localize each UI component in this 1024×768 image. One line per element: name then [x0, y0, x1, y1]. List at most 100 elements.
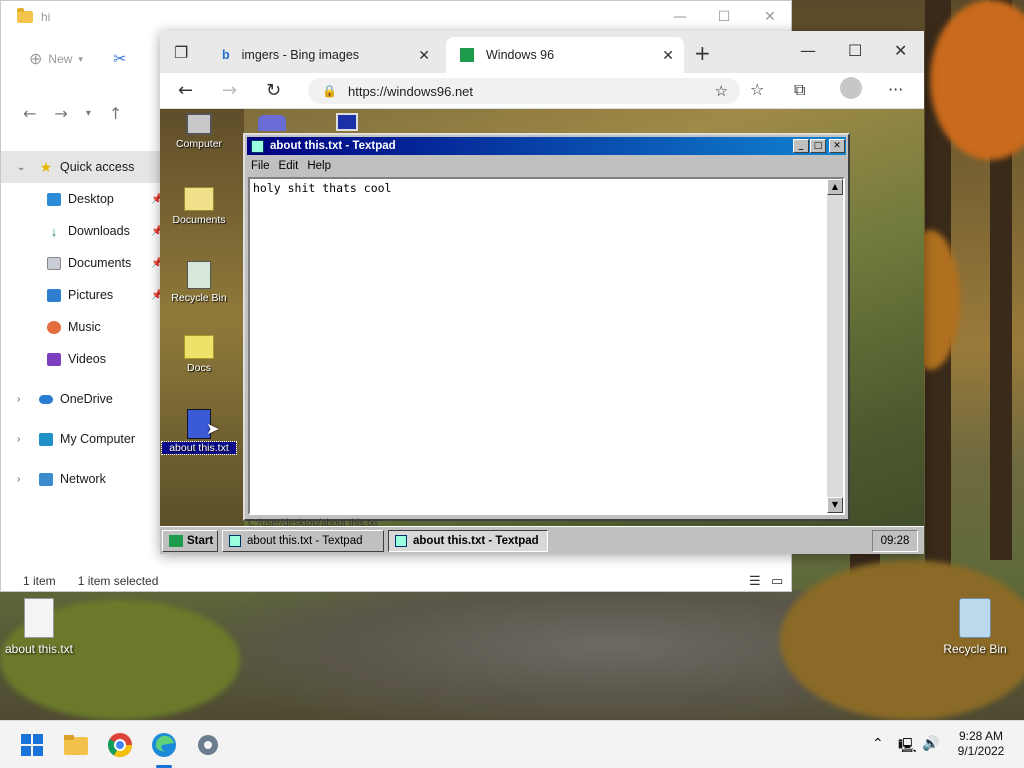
- explorer-title: hi: [41, 10, 51, 24]
- maximize-icon[interactable]: ☐: [848, 41, 862, 60]
- nav-label: OneDrive: [60, 392, 113, 406]
- tab-windows-96[interactable]: Windows 96 ✕: [446, 37, 684, 73]
- minimize-button[interactable]: _: [793, 139, 809, 153]
- close-button[interactable]: ✕: [829, 139, 845, 153]
- nav-label: My Computer: [60, 432, 136, 446]
- nav-label: Documents: [68, 256, 132, 270]
- chevron-down-icon: ▾: [78, 53, 83, 64]
- tab-bing-images[interactable]: b imgers - Bing images ✕: [208, 37, 440, 73]
- recycle-bin-icon: [959, 598, 991, 638]
- nav-label: Desktop: [68, 192, 114, 206]
- chevron-down-icon[interactable]: ▾: [86, 108, 91, 119]
- nav-label: Downloads: [68, 224, 130, 238]
- icon-label: Recycle Bin: [943, 642, 1007, 656]
- minimize-button[interactable]: —: [657, 1, 703, 33]
- w96-desktop-icon-recycle-bin[interactable]: Recycle Bin: [162, 261, 236, 304]
- refresh-icon[interactable]: ↻: [266, 80, 281, 101]
- add-favorite-icon[interactable]: ☆: [715, 82, 728, 100]
- textpad-editor[interactable]: holy shit thats cool ▲ ▼: [248, 177, 845, 515]
- clock[interactable]: 9:28 AM 9/1/2022: [950, 729, 1012, 759]
- textpad-title: about this.txt - Textpad: [270, 140, 396, 152]
- folder-icon: [184, 187, 214, 211]
- game-icon[interactable]: [258, 115, 286, 131]
- w96-desktop-icon-computer[interactable]: Computer: [162, 113, 236, 150]
- close-button[interactable]: ✕: [747, 1, 793, 33]
- bing-icon: b: [222, 48, 230, 62]
- videos-icon: [47, 352, 61, 366]
- w96-taskbar-item[interactable]: about this.txt - Textpad: [222, 530, 384, 552]
- folder-icon: [184, 335, 214, 359]
- cut-icon[interactable]: ✂: [113, 49, 126, 69]
- nav-item-my-computer[interactable]: › My Computer: [1, 423, 171, 455]
- collections-icon[interactable]: ⧉: [794, 80, 805, 100]
- desktop-icon-recycle-bin[interactable]: Recycle Bin: [940, 598, 1010, 656]
- settings-icon[interactable]: [194, 731, 222, 759]
- more-options-icon[interactable]: ···: [888, 80, 903, 99]
- start-icon[interactable]: [18, 731, 46, 759]
- tab-strip: ❐ b imgers - Bing images ✕ Windows 96 ✕ …: [160, 31, 924, 73]
- app-icon[interactable]: [336, 113, 358, 131]
- w96-desktop-icon-docs[interactable]: Docs: [162, 335, 236, 374]
- nav-item-downloads[interactable]: ↓ Downloads 📌: [1, 215, 171, 247]
- back-arrow-icon[interactable]: ←: [23, 104, 36, 123]
- icon-label: about this.txt: [4, 642, 74, 656]
- close-tab-icon[interactable]: ✕: [662, 47, 674, 64]
- new-tab-icon[interactable]: +: [694, 41, 711, 65]
- show-hidden-icons-chevron-icon[interactable]: ⌃: [872, 735, 884, 752]
- forward-arrow-icon[interactable]: →: [54, 104, 67, 123]
- scroll-up-arrow-icon[interactable]: ▲: [827, 179, 843, 195]
- w96-taskbar-item-active[interactable]: about this.txt - Textpad: [388, 530, 548, 552]
- address-bar[interactable]: 🔒 https://windows96.net ☆: [308, 78, 740, 104]
- nav-item-network[interactable]: › Network: [1, 463, 171, 495]
- scroll-down-arrow-icon[interactable]: ▼: [827, 497, 843, 513]
- new-button[interactable]: New: [48, 52, 72, 66]
- details-view-icon[interactable]: ☰: [749, 573, 761, 589]
- clock-date: 9/1/2022: [957, 744, 1005, 758]
- download-icon: ↓: [50, 223, 58, 239]
- maximize-button[interactable]: □: [810, 139, 826, 153]
- nav-item-music[interactable]: Music: [1, 311, 171, 343]
- edge-browser-window: ❐ b imgers - Bing images ✕ Windows 96 ✕ …: [160, 31, 924, 554]
- tab-actions-icon[interactable]: ❐: [174, 43, 188, 62]
- nav-item-videos[interactable]: Videos: [1, 343, 171, 375]
- edge-icon[interactable]: [150, 731, 178, 759]
- w96-desktop-icon-documents[interactable]: Documents: [162, 187, 236, 226]
- network-icon[interactable]: 🖳: [898, 735, 917, 759]
- file-explorer-icon[interactable]: [62, 731, 90, 759]
- windows96-icon: [460, 48, 474, 62]
- nav-item-desktop[interactable]: Desktop 📌: [1, 183, 171, 215]
- explorer-nav-buttons: ← → ▾ ↑: [1, 96, 171, 130]
- favorites-icon[interactable]: ☆: [750, 80, 764, 99]
- menu-edit[interactable]: Edit: [279, 160, 299, 172]
- vertical-scrollbar[interactable]: ▲ ▼: [827, 179, 843, 513]
- textpad-window: about this.txt - Textpad _ □ ✕ File Edit…: [243, 133, 850, 529]
- nav-item-onedrive[interactable]: › OneDrive: [1, 383, 171, 415]
- nav-item-pictures[interactable]: Pictures 📌: [1, 279, 171, 311]
- icon-label: Docs: [187, 362, 211, 374]
- back-arrow-icon[interactable]: ←: [178, 80, 193, 101]
- close-tab-icon[interactable]: ✕: [418, 47, 430, 64]
- folder-icon: [17, 8, 33, 23]
- forward-arrow-icon[interactable]: →: [222, 80, 237, 101]
- address-toolbar: ← → ↻ 🔒 https://windows96.net ☆ ☆ ⧉ ···: [160, 73, 924, 109]
- taskbar-item-label: about this.txt - Textpad: [413, 535, 539, 547]
- desktop-icon-about-this[interactable]: about this.txt: [0, 598, 78, 656]
- w96-desktop-icon-about-this[interactable]: about this.txt: [161, 409, 237, 455]
- chrome-icon[interactable]: [106, 731, 134, 759]
- maximize-button[interactable]: ☐: [701, 1, 747, 33]
- nav-item-quick-access[interactable]: ⌄ ★ Quick access: [1, 151, 171, 183]
- selection-count: 1 item selected: [77, 574, 159, 588]
- volume-icon[interactable]: 🔊: [922, 735, 939, 752]
- tiles-view-icon[interactable]: ▭: [771, 573, 783, 589]
- textpad-titlebar[interactable]: about this.txt - Textpad: [247, 137, 846, 155]
- up-arrow-icon[interactable]: ↑: [109, 104, 122, 123]
- navigation-pane: ⌄ ★ Quick access Desktop 📌 ↓ Downloads 📌…: [1, 151, 171, 495]
- nav-item-documents[interactable]: Documents 📌: [1, 247, 171, 279]
- close-icon[interactable]: ✕: [894, 41, 907, 60]
- menu-help[interactable]: Help: [307, 160, 331, 172]
- windows96-logo-icon: [169, 535, 183, 547]
- profile-avatar-icon[interactable]: [840, 77, 862, 99]
- minimize-icon[interactable]: —: [800, 41, 816, 60]
- menu-file[interactable]: File: [251, 160, 270, 172]
- w96-start-button[interactable]: Start: [162, 530, 218, 552]
